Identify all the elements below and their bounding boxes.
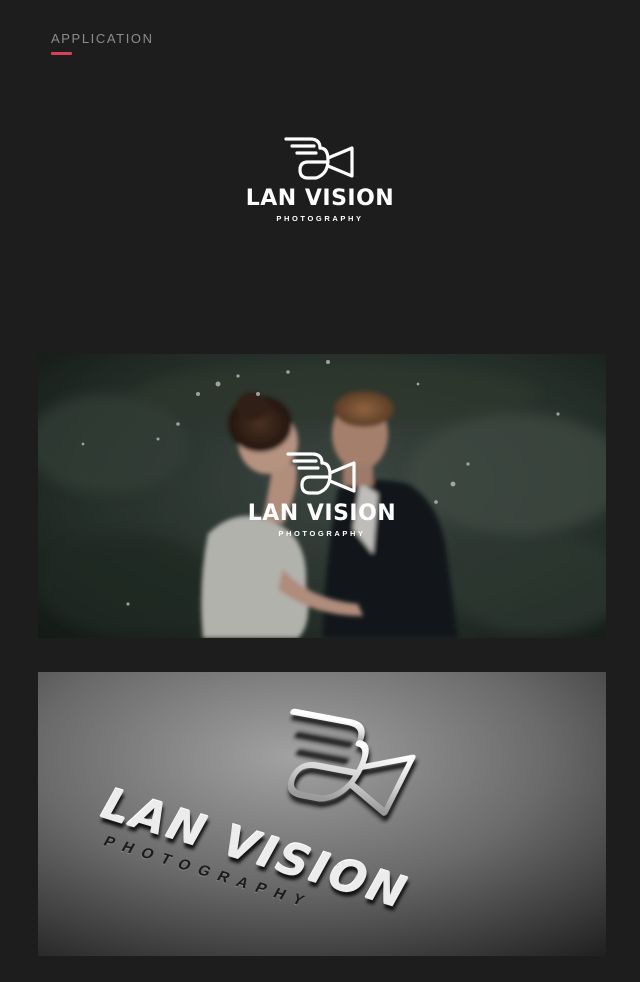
winged-camera-icon (286, 452, 356, 495)
brand-name: LAN VISION (245, 186, 395, 211)
section-title: APPLICATION (51, 31, 154, 46)
embossed-logo-mockup: LAN VISION PHOTOGRAPHY (38, 672, 606, 956)
section-title-underline (51, 52, 72, 55)
wedding-photo-mockup: LAN VISION PHOTOGRAPHY (38, 354, 606, 638)
brand-tagline: PHOTOGRAPHY (278, 529, 366, 538)
photo-overlay-logo: LAN VISION PHOTOGRAPHY (222, 449, 422, 538)
winged-camera-icon (284, 137, 354, 180)
brand-tagline: PHOTOGRAPHY (276, 214, 364, 223)
logo-primary: LAN VISION PHOTOGRAPHY (220, 134, 420, 223)
brand-name: LAN VISION (247, 501, 397, 526)
